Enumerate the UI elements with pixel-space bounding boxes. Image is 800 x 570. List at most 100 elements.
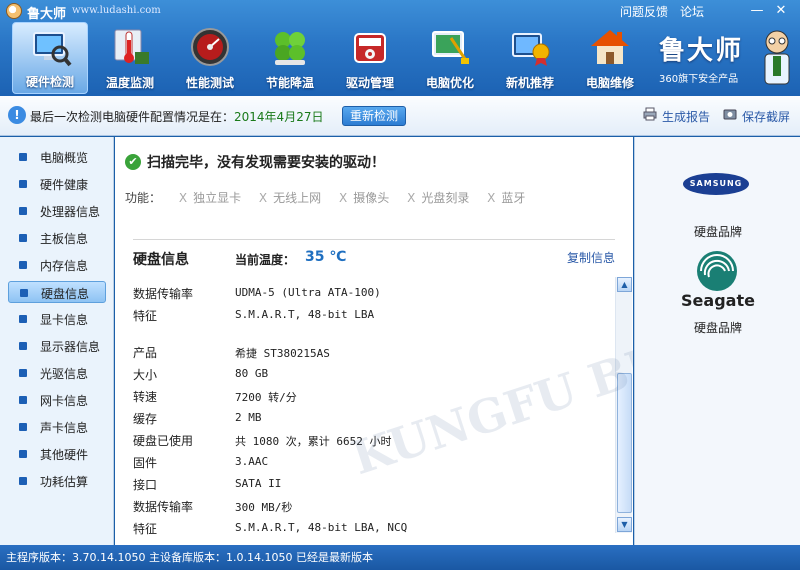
row-key: 接口 <box>133 478 158 492</box>
bullet-icon <box>19 153 27 161</box>
check-icon: ✔ <box>125 154 141 170</box>
table-row: 产品 希捷 ST380215AS <box>133 342 603 362</box>
row-key: 固件 <box>133 456 158 470</box>
sidebar-item-label: 硬件健康 <box>40 178 89 192</box>
row-key: 大小 <box>133 368 158 382</box>
sidebar-item-harddisk[interactable]: 硬盘信息 <box>8 281 106 303</box>
sidebar-item-label: 硬盘信息 <box>41 287 90 301</box>
nav-label: 新机推荐 <box>505 76 554 90</box>
row-value: S.M.A.R.T, 48-bit LBA, NCQ <box>235 521 408 534</box>
nav-label: 温度监测 <box>105 76 154 90</box>
minimize-button[interactable]: — <box>748 2 766 20</box>
status-bar: 主程序版本：3.70.14.1050 主设备库版本：1.0.14.1050 已经… <box>0 545 800 570</box>
bullet-icon <box>19 450 27 458</box>
feedback-link[interactable]: 问题反馈 <box>620 3 668 20</box>
sidebar-item-gpu[interactable]: 显卡信息 <box>8 308 106 330</box>
scrollbar[interactable]: ▲ ▼ <box>615 277 632 533</box>
brand-name: 鲁大师 <box>659 36 744 66</box>
table-row: 固件 3.AAC <box>133 452 603 472</box>
samsung-logo: SAMSUNG <box>683 173 749 195</box>
clover-icon <box>275 32 305 65</box>
save-screenshot-link[interactable]: 保存截屏 <box>742 108 790 125</box>
nav-driver-management[interactable]: 驱动管理 <box>332 22 408 94</box>
bullet-icon <box>19 423 27 431</box>
row-value: 7200 转/分 <box>235 391 297 404</box>
table-row: 硬盘已使用 共 1080 次，累计 6652 小时 <box>133 430 603 450</box>
brand-subtitle: 360旗下安全产品 <box>659 74 739 85</box>
nav-label: 性能测试 <box>185 76 234 90</box>
x-icon: X <box>258 191 268 205</box>
scroll-thumb[interactable] <box>617 373 632 513</box>
function-item: 无线上网 <box>273 191 322 205</box>
mascot-icon <box>764 30 790 85</box>
last-check-date: 2014年4月27日 <box>234 110 324 124</box>
table-row: 转速 7200 转/分 <box>133 386 603 406</box>
brand-caption: 硬盘品牌 <box>693 225 742 239</box>
sidebar-item-sound[interactable]: 声卡信息 <box>8 416 106 438</box>
function-item: 独立显卡 <box>193 191 242 205</box>
recheck-button[interactable]: 重新检测 <box>342 106 406 126</box>
table-row: 缓存 2 MB <box>133 408 603 428</box>
nav-performance[interactable]: 性能测试 <box>172 22 248 94</box>
sidebar-item-other[interactable]: 其他硬件 <box>8 443 106 465</box>
nav-temperature[interactable]: 温度监测 <box>92 22 168 94</box>
x-icon: X <box>339 191 348 205</box>
row-key: 硬盘已使用 <box>133 434 194 448</box>
disk-detail-list: 数据传输率 UDMA-5 (Ultra ATA-100) 特征 S.M.A.R.T,… <box>133 283 603 539</box>
seagate-swirl-icon <box>697 251 737 291</box>
nav-new-pc[interactable]: 新机推荐 <box>492 22 568 94</box>
app-title: 鲁大师 <box>27 7 67 22</box>
sidebar-item-label: 功耗估算 <box>40 475 89 489</box>
x-icon: X <box>487 191 496 205</box>
forum-link[interactable]: 论坛 <box>680 3 704 20</box>
printer-icon <box>643 107 657 121</box>
sidebar-item-label: 显示器信息 <box>40 340 101 354</box>
sidebar: 电脑概览 硬件健康 处理器信息 主板信息 内存信息 硬盘信息 显卡信息 显示器信… <box>0 137 114 545</box>
bullet-icon <box>19 396 27 404</box>
sidebar-item-cpu[interactable]: 处理器信息 <box>8 200 106 222</box>
sidebar-item-power[interactable]: 功耗估算 <box>8 470 106 492</box>
sidebar-item-label: 网卡信息 <box>40 394 89 408</box>
nav-pc-repair[interactable]: 电脑维修 <box>572 22 648 94</box>
divider <box>133 239 615 240</box>
bullet-icon <box>19 477 27 485</box>
table-row: 大小 80 GB <box>133 364 603 384</box>
row-key: 缓存 <box>133 412 158 426</box>
row-key: 数据传输率 <box>133 287 194 301</box>
function-label: 功能： <box>125 191 162 205</box>
row-value: 3.AAC <box>235 455 269 468</box>
panel-title: 硬盘信息 <box>133 252 189 268</box>
row-value: S.M.A.R.T, 48-bit LBA <box>235 308 375 321</box>
nav-label: 节能降温 <box>265 76 314 90</box>
brand-area: 鲁大师 360旗下安全产品 <box>655 28 795 92</box>
nav-label: 驱动管理 <box>345 76 394 90</box>
row-value: 80 GB <box>235 367 269 380</box>
nav-pc-optimize[interactable]: 电脑优化 <box>412 22 488 94</box>
row-value: 300 MB/秒 <box>235 501 293 514</box>
sidebar-item-label: 电脑概览 <box>40 151 89 165</box>
generate-report-link[interactable]: 生成报告 <box>662 108 710 125</box>
brand-panel: SAMSUNG 硬盘品牌 Seagate 硬盘品牌 <box>634 137 800 545</box>
scroll-up-icon[interactable]: ▲ <box>617 277 632 292</box>
nav-power-saving[interactable]: 节能降温 <box>252 22 328 94</box>
sidebar-item-optical[interactable]: 光驱信息 <box>8 362 106 384</box>
nav-hardware-detect[interactable]: 硬件检测 <box>12 22 88 94</box>
camera-icon <box>723 109 737 120</box>
table-row: 特征 S.M.A.R.T, 48-bit LBA, NCQ <box>133 518 603 538</box>
row-value: SATA II <box>235 477 282 490</box>
function-item: 光盘刻录 <box>421 191 470 205</box>
nav-label: 电脑维修 <box>585 76 634 90</box>
copy-info-link[interactable]: 复制信息 <box>567 249 615 266</box>
nav-label: 硬件检测 <box>25 75 74 89</box>
sidebar-item-overview[interactable]: 电脑概览 <box>8 146 106 168</box>
sidebar-item-memory[interactable]: 内存信息 <box>8 254 106 276</box>
scroll-down-icon[interactable]: ▼ <box>617 517 632 532</box>
close-button[interactable]: ✕ <box>772 2 790 20</box>
x-icon: X <box>407 191 416 205</box>
sidebar-item-network[interactable]: 网卡信息 <box>8 389 106 411</box>
sidebar-item-monitor[interactable]: 显示器信息 <box>8 335 106 357</box>
table-row: 数据传输率 UDMA-5 (Ultra ATA-100) <box>133 283 603 303</box>
sidebar-item-motherboard[interactable]: 主板信息 <box>8 227 106 249</box>
brand-caption: 硬盘品牌 <box>693 321 742 335</box>
sidebar-item-health[interactable]: 硬件健康 <box>8 173 106 195</box>
